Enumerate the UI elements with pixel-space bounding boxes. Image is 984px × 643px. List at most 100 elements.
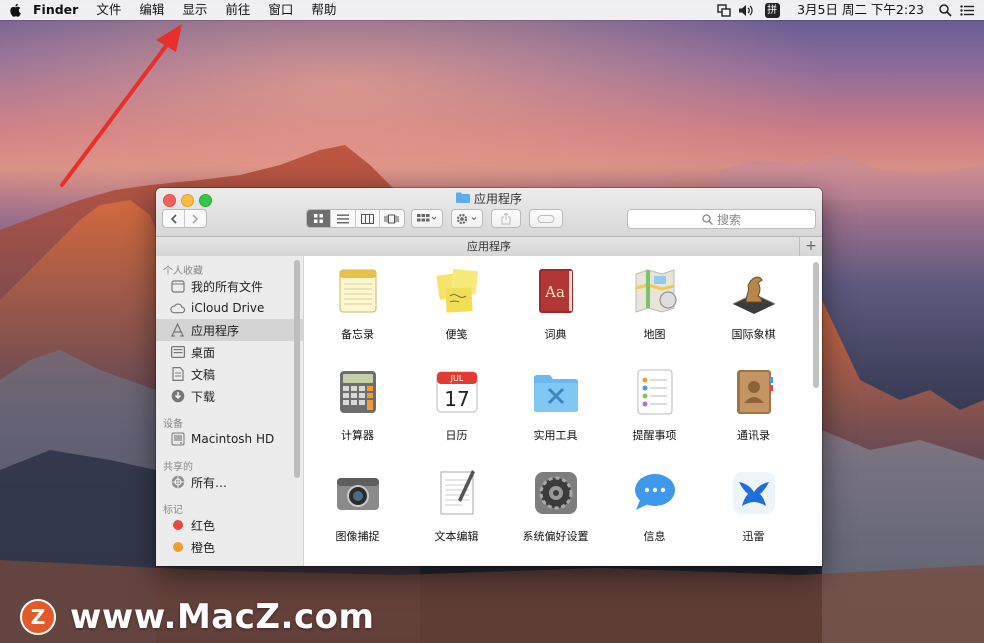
app-item-messages[interactable]: 信息 — [605, 464, 704, 565]
action-button[interactable] — [451, 209, 483, 228]
app-item-thunder[interactable]: 迅雷 — [704, 464, 803, 565]
app-label: 备忘录 — [341, 328, 374, 341]
document-icon — [170, 367, 185, 382]
app-item-stickies[interactable]: 便笺 — [407, 262, 506, 363]
share-button[interactable] — [491, 209, 521, 228]
column-view-button[interactable] — [356, 210, 380, 227]
image-capture-icon — [336, 478, 379, 510]
sidebar-item-icloud-drive[interactable]: iCloud Drive — [156, 297, 303, 319]
app-item-system-preferences[interactable]: 系统偏好设置 — [506, 464, 605, 565]
search-icon — [702, 213, 713, 225]
edit-tags-button[interactable] — [529, 209, 563, 228]
sidebar-item-label: 我的所有文件 — [191, 279, 264, 294]
app-item-maps[interactable]: 地图 — [605, 262, 704, 363]
download-icon — [170, 389, 185, 404]
spotlight-search-icon[interactable] — [934, 0, 956, 20]
calculator-icon — [339, 371, 376, 413]
app-item-calendar[interactable]: JUL 17 日历 — [407, 363, 506, 464]
sidebar-item-tag-red[interactable]: 红色 — [156, 514, 303, 536]
app-item-contacts[interactable]: 通讯录 — [704, 363, 803, 464]
sidebar-item-label: 橙色 — [191, 540, 216, 555]
new-tab-button[interactable]: + — [799, 237, 822, 256]
back-forward-group — [162, 209, 207, 228]
sidebar-item-applications[interactable]: 应用程序 — [156, 319, 303, 341]
sidebar-item-label: 红色 — [191, 518, 216, 533]
input-method-icon[interactable]: 拼 — [761, 0, 783, 20]
sidebar-scrollbar[interactable] — [294, 260, 300, 478]
applications-icon — [170, 323, 185, 338]
menu-clock[interactable]: 3月5日 周二 下午2:23 — [783, 0, 934, 20]
tag-orange-dot-icon — [170, 540, 185, 555]
app-item-reminders[interactable]: 提醒事项 — [605, 363, 704, 464]
menu-window[interactable]: 窗口 — [259, 0, 302, 20]
list-view-button[interactable] — [331, 210, 356, 227]
sidebar-item-documents[interactable]: 文稿 — [156, 363, 303, 385]
app-label: 便笺 — [445, 328, 468, 341]
app-label: 国际象棋 — [731, 328, 776, 341]
screen-mirroring-icon[interactable] — [713, 0, 735, 20]
tag-icon — [537, 214, 555, 223]
contacts-icon — [736, 370, 773, 414]
menu-help[interactable]: 帮助 — [302, 0, 345, 20]
sidebar-item-macintosh-hd[interactable]: Macintosh HD — [156, 428, 303, 450]
sidebar-item-tag-orange[interactable]: 橙色 — [156, 536, 303, 558]
sidebar-heading-shared: 共享的 — [163, 462, 193, 473]
folder-icon — [455, 192, 470, 206]
menu-view[interactable]: 显示 — [173, 0, 216, 20]
apple-icon[interactable] — [8, 0, 22, 20]
sidebar: 个人收藏 我的所有文件 iCloud Drive 应用程序 桌面 文稿 下载 设… — [156, 256, 304, 566]
file-browser-content: 备忘录 便笺 Aa 词典 地图 国际象棋 计算器 JUL 17 日历 实用工具 … — [304, 256, 822, 566]
menu-extras: 拼 3月5日 周二 下午2:23 — [713, 0, 984, 20]
sidebar-item-label: 文稿 — [191, 367, 216, 382]
app-item-textedit[interactable]: 文本编辑 — [407, 464, 506, 565]
menu-go[interactable]: 前往 — [216, 0, 259, 20]
app-item-notes[interactable]: 备忘录 — [308, 262, 407, 363]
column-view-icon — [360, 213, 374, 224]
app-item-image-capture[interactable]: 图像捕捉 — [308, 464, 407, 565]
menu-finder[interactable]: Finder — [24, 0, 87, 20]
sidebar-item-label: 应用程序 — [191, 323, 240, 338]
finder-titlebar: 应用程序 搜索 — [156, 188, 822, 237]
sidebar-item-desktop[interactable]: 桌面 — [156, 341, 303, 363]
menu-file[interactable]: 文件 — [87, 0, 130, 20]
app-label: 通讯录 — [737, 429, 770, 442]
share-icon — [501, 212, 511, 224]
app-label: 日历 — [445, 429, 468, 442]
menu-edit[interactable]: 编辑 — [130, 0, 173, 20]
icon-view-button[interactable] — [307, 210, 332, 227]
sidebar-item-all-files[interactable]: 我的所有文件 — [156, 275, 303, 297]
tag-red-dot-icon — [170, 518, 185, 533]
chevron-right-icon — [192, 213, 198, 224]
watermark: Z www.MacZ.com — [20, 597, 374, 637]
app-item-chess[interactable]: 国际象棋 — [704, 262, 803, 363]
app-label: 图像捕捉 — [335, 530, 380, 543]
arrange-button[interactable] — [411, 209, 443, 228]
search-field[interactable]: 搜索 — [627, 209, 816, 229]
app-label: 实用工具 — [533, 429, 578, 442]
maps-icon — [635, 269, 676, 313]
system-preferences-icon — [534, 472, 577, 514]
all-files-icon — [170, 279, 185, 294]
forward-button[interactable] — [185, 210, 206, 227]
app-item-utilities[interactable]: 实用工具 — [506, 363, 605, 464]
app-item-calculator[interactable]: 计算器 — [308, 363, 407, 464]
app-label: 系统偏好设置 — [522, 530, 589, 543]
sidebar-item-label: 所有… — [191, 475, 228, 490]
sidebar-item-all-shared[interactable]: 所有… — [156, 471, 303, 493]
gallery-view-button[interactable] — [380, 210, 404, 227]
content-scrollbar[interactable] — [813, 262, 819, 388]
back-button[interactable] — [163, 210, 185, 227]
hard-drive-icon — [170, 432, 185, 447]
volume-icon[interactable] — [735, 0, 757, 20]
sidebar-item-downloads[interactable]: 下载 — [156, 385, 303, 407]
tab-applications[interactable]: 应用程序 — [467, 240, 511, 253]
app-item-dictionary[interactable]: Aa 词典 — [506, 262, 605, 363]
tab-bar: 应用程序 + — [156, 237, 822, 257]
app-label: 地图 — [643, 328, 666, 341]
cover-flow-icon — [384, 214, 399, 223]
reminders-icon — [637, 369, 672, 415]
notification-center-icon[interactable] — [956, 0, 978, 20]
view-mode-group — [306, 209, 405, 228]
sidebar-heading-devices: 设备 — [163, 419, 183, 430]
list-view-icon — [336, 214, 349, 223]
